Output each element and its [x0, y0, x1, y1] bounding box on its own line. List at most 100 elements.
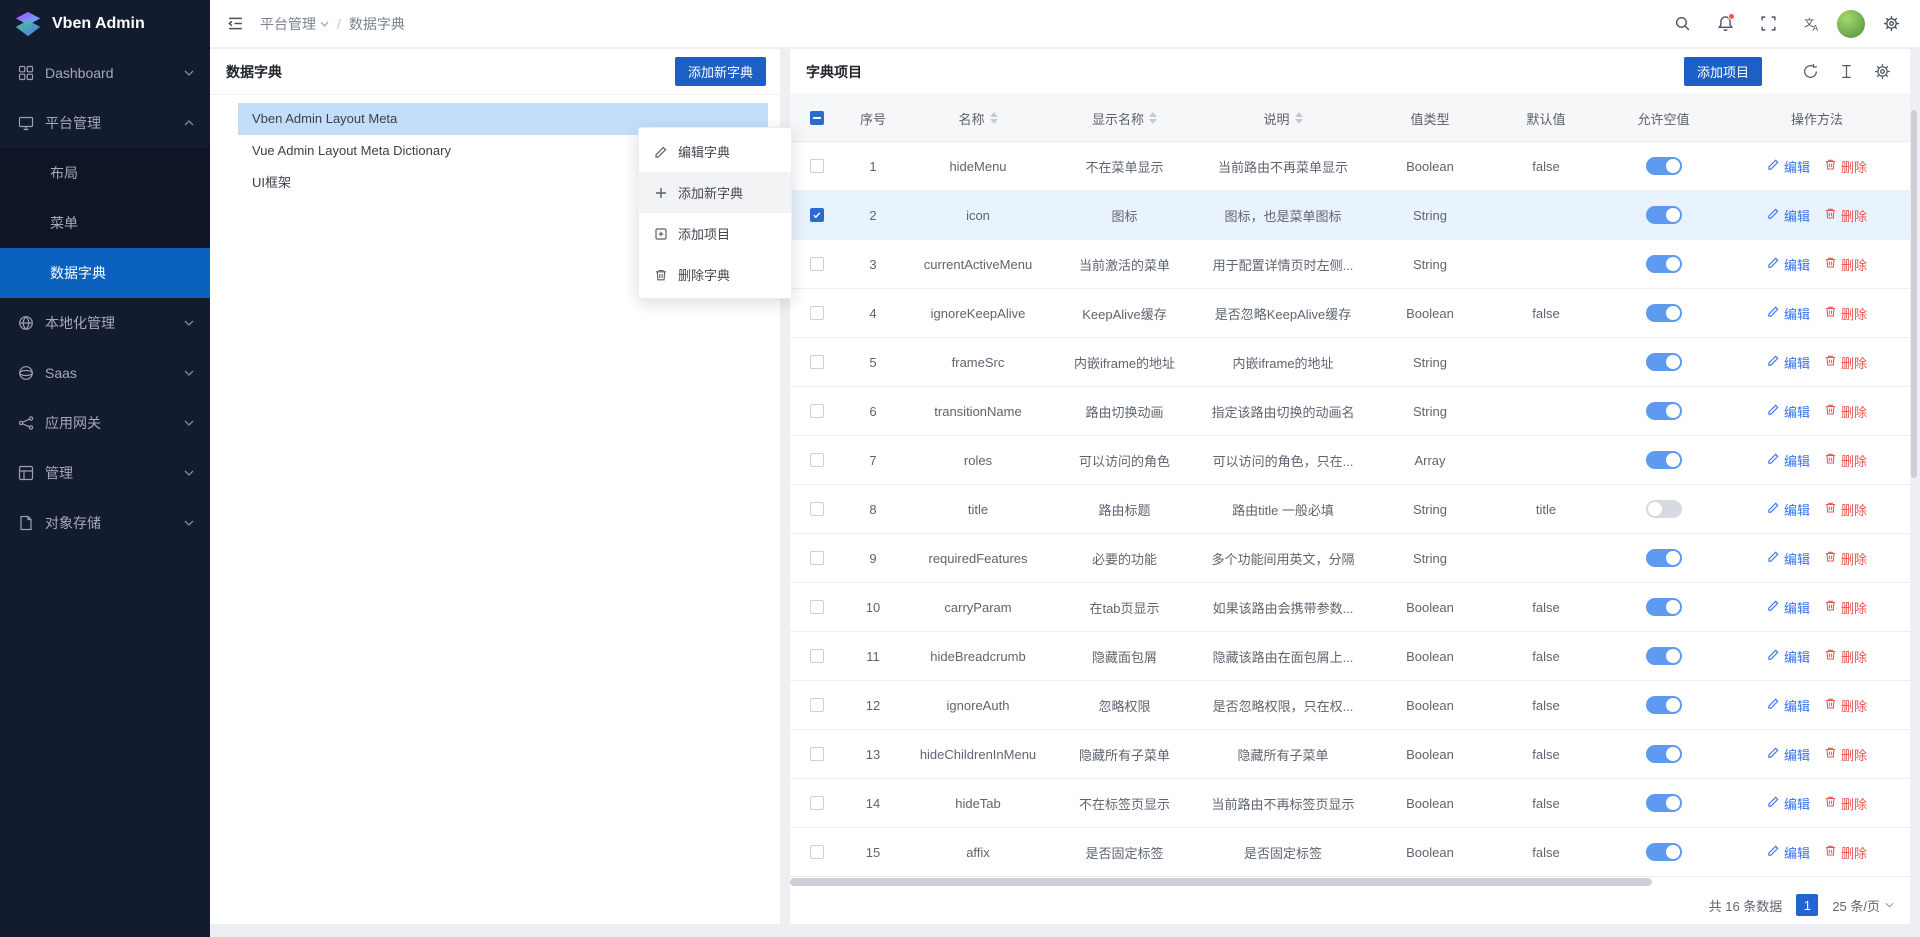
app-logo[interactable]: Vben Admin — [0, 0, 210, 48]
delete-link[interactable]: 删除 — [1824, 255, 1867, 274]
row-checkbox[interactable] — [810, 159, 824, 173]
allow-empty-toggle[interactable] — [1646, 500, 1682, 518]
sidebar-item-localization[interactable]: 本地化管理 — [0, 298, 210, 348]
delete-link[interactable]: 删除 — [1824, 598, 1867, 617]
allow-empty-toggle[interactable] — [1646, 745, 1682, 763]
context-menu-item[interactable]: 编辑字典 — [639, 131, 791, 172]
edit-link[interactable]: 编辑 — [1767, 255, 1810, 274]
column-header[interactable]: 名称 — [902, 95, 1054, 141]
row-checkbox[interactable] — [810, 698, 824, 712]
column-header[interactable]: 显示名称 — [1054, 95, 1195, 141]
sidebar-item-platform[interactable]: 平台管理 — [0, 98, 210, 148]
edit-link[interactable]: 编辑 — [1767, 157, 1810, 176]
page-number-button[interactable]: 1 — [1796, 894, 1818, 916]
sort-carets-icon[interactable] — [1149, 112, 1157, 124]
row-checkbox[interactable] — [810, 404, 824, 418]
row-checkbox[interactable] — [810, 845, 824, 859]
sort-carets-icon[interactable] — [1295, 112, 1303, 124]
edit-link[interactable]: 编辑 — [1767, 304, 1810, 323]
allow-empty-toggle[interactable] — [1646, 304, 1682, 322]
delete-link[interactable]: 删除 — [1824, 549, 1867, 568]
allow-empty-toggle[interactable] — [1646, 794, 1682, 812]
row-height-icon[interactable] — [1832, 58, 1860, 86]
breadcrumb-section[interactable]: 平台管理 — [260, 14, 329, 34]
context-menu-item[interactable]: 添加新字典 — [639, 172, 791, 213]
delete-link[interactable]: 删除 — [1824, 696, 1867, 715]
allow-empty-toggle[interactable] — [1646, 451, 1682, 469]
vertical-scrollbar-thumb[interactable] — [1911, 110, 1917, 478]
select-all-checkbox[interactable] — [810, 111, 824, 125]
sidebar-subitem-menu[interactable]: 菜单 — [0, 198, 210, 248]
delete-link[interactable]: 删除 — [1824, 500, 1867, 519]
column-header[interactable]: 说明 — [1195, 95, 1371, 141]
edit-link[interactable]: 编辑 — [1767, 696, 1810, 715]
row-checkbox[interactable] — [810, 600, 824, 614]
allow-empty-toggle[interactable] — [1646, 206, 1682, 224]
edit-link[interactable]: 编辑 — [1767, 353, 1810, 372]
refresh-icon[interactable] — [1796, 58, 1824, 86]
context-menu-item[interactable]: 删除字典 — [639, 254, 791, 295]
sidebar-subitem-data-dictionary[interactable]: 数据字典 — [0, 248, 210, 298]
edit-link[interactable]: 编辑 — [1767, 500, 1810, 519]
collapse-sidebar-icon[interactable] — [218, 7, 252, 41]
user-avatar[interactable] — [1837, 10, 1865, 38]
row-checkbox[interactable] — [810, 551, 824, 565]
sidebar-item-gateway[interactable]: 应用网关 — [0, 398, 210, 448]
horizontal-scrollbar-thumb[interactable] — [790, 878, 1652, 886]
row-checkbox[interactable] — [810, 208, 824, 222]
delete-link[interactable]: 删除 — [1824, 843, 1867, 862]
notification-bell-icon[interactable] — [1708, 7, 1742, 41]
sidebar-item-storage[interactable]: 对象存储 — [0, 498, 210, 548]
context-menu-item[interactable]: 添加项目 — [639, 213, 791, 254]
settings-gear-icon[interactable] — [1874, 7, 1908, 41]
row-checkbox[interactable] — [810, 257, 824, 271]
delete-link[interactable]: 删除 — [1824, 304, 1867, 323]
allow-empty-toggle[interactable] — [1646, 402, 1682, 420]
breadcrumb-current[interactable]: 数据字典 — [349, 14, 405, 34]
edit-link[interactable]: 编辑 — [1767, 206, 1810, 225]
allow-empty-toggle[interactable] — [1646, 255, 1682, 273]
allow-empty-toggle[interactable] — [1646, 843, 1682, 861]
delete-link[interactable]: 删除 — [1824, 451, 1867, 470]
delete-link[interactable]: 删除 — [1824, 745, 1867, 764]
translate-icon[interactable]: 文A — [1794, 7, 1828, 41]
allow-empty-toggle[interactable] — [1646, 353, 1682, 371]
sort-carets-icon[interactable] — [990, 112, 998, 124]
search-icon[interactable] — [1665, 7, 1699, 41]
sidebar-subitem-layout[interactable]: 布局 — [0, 148, 210, 198]
allow-empty-toggle[interactable] — [1646, 696, 1682, 714]
edit-link[interactable]: 编辑 — [1767, 843, 1810, 862]
page-size-select[interactable]: 25 条/页 — [1832, 896, 1894, 915]
row-checkbox[interactable] — [810, 796, 824, 810]
allow-empty-toggle[interactable] — [1646, 598, 1682, 616]
row-checkbox[interactable] — [810, 453, 824, 467]
add-item-button[interactable]: 添加项目 — [1684, 57, 1762, 86]
row-checkbox[interactable] — [810, 502, 824, 516]
delete-link[interactable]: 删除 — [1824, 353, 1867, 372]
column-settings-gear-icon[interactable] — [1868, 58, 1896, 86]
edit-link[interactable]: 编辑 — [1767, 598, 1810, 617]
delete-link[interactable]: 删除 — [1824, 157, 1867, 176]
row-checkbox[interactable] — [810, 649, 824, 663]
row-checkbox[interactable] — [810, 355, 824, 369]
allow-empty-toggle[interactable] — [1646, 157, 1682, 175]
edit-link[interactable]: 编辑 — [1767, 745, 1810, 764]
edit-link[interactable]: 编辑 — [1767, 647, 1810, 666]
edit-link[interactable]: 编辑 — [1767, 451, 1810, 470]
fullscreen-icon[interactable] — [1751, 7, 1785, 41]
allow-empty-toggle[interactable] — [1646, 549, 1682, 567]
delete-link[interactable]: 删除 — [1824, 794, 1867, 813]
edit-link[interactable]: 编辑 — [1767, 402, 1810, 421]
sidebar-item-management[interactable]: 管理 — [0, 448, 210, 498]
delete-link[interactable]: 删除 — [1824, 647, 1867, 666]
delete-link[interactable]: 删除 — [1824, 206, 1867, 225]
row-checkbox[interactable] — [810, 306, 824, 320]
sidebar-item-dashboard[interactable]: Dashboard — [0, 48, 210, 98]
edit-link[interactable]: 编辑 — [1767, 794, 1810, 813]
sidebar-item-saas[interactable]: Saas — [0, 348, 210, 398]
delete-link[interactable]: 删除 — [1824, 402, 1867, 421]
add-dictionary-button[interactable]: 添加新字典 — [675, 57, 766, 86]
edit-link[interactable]: 编辑 — [1767, 549, 1810, 568]
row-checkbox[interactable] — [810, 747, 824, 761]
allow-empty-toggle[interactable] — [1646, 647, 1682, 665]
